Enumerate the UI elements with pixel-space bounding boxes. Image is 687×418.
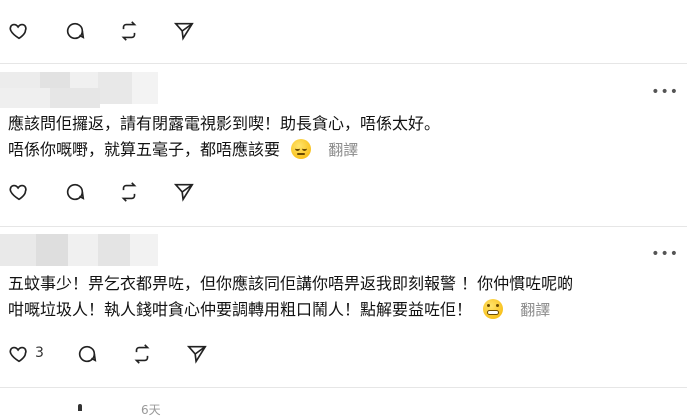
heart-icon[interactable] [8,181,30,203]
post-body-text: 咁嘅垃圾人！執人錢咁貪心仲要調轉用粗口鬧人！點解要益咗佢！ [8,300,473,319]
post-body-line-1: 應該問佢攞返，請有閉露電視影到喫！助長貪心，唔係太好。 [8,114,441,133]
more-dots-icon[interactable]: ••• [651,246,679,262]
send-icon[interactable] [173,20,195,42]
timestamp: 6天 [141,403,161,417]
send-icon[interactable] [186,343,208,365]
post-body-line-2: 咁嘅垃圾人！執人錢咁貪心仲要調轉用粗口鬧人！點解要益咗佢！ 翻譯 [8,296,550,324]
comment-bubble-icon[interactable] [64,181,86,203]
translate-link[interactable]: 翻譯 [520,301,550,319]
heart-icon[interactable] [8,343,30,365]
repost-icon[interactable] [118,181,140,203]
divider [0,387,687,388]
post-body-text: 唔係你嘅嘢，就算五毫子，都唔應該要 [8,140,281,159]
post-body-line-2: 唔係你嘅嘢，就算五毫子，都唔應該要 翻譯 [8,136,358,164]
heart-icon[interactable] [8,20,30,42]
avatar-partial [78,404,82,411]
divider [0,63,687,64]
repost-icon[interactable] [118,20,140,42]
blurred-author-meta [0,88,100,108]
more-dots-icon[interactable]: ••• [651,84,679,100]
grimacing-face-emoji [483,299,504,319]
like-count: 3 [35,345,44,361]
send-icon[interactable] [173,181,195,203]
post-body-line-1: 五蚊事少！畀乞衣都畀咗，但你應該同佢講你唔畀返我即刻報警 ！你仲慣咗呢啲 [8,274,574,293]
divider [0,226,687,227]
comment-bubble-icon[interactable] [64,20,86,42]
relieved-face-emoji [291,139,312,159]
repost-icon[interactable] [131,343,153,365]
translate-link[interactable]: 翻譯 [328,141,358,159]
blurred-author-name [0,234,158,266]
comment-bubble-icon[interactable] [76,343,98,365]
